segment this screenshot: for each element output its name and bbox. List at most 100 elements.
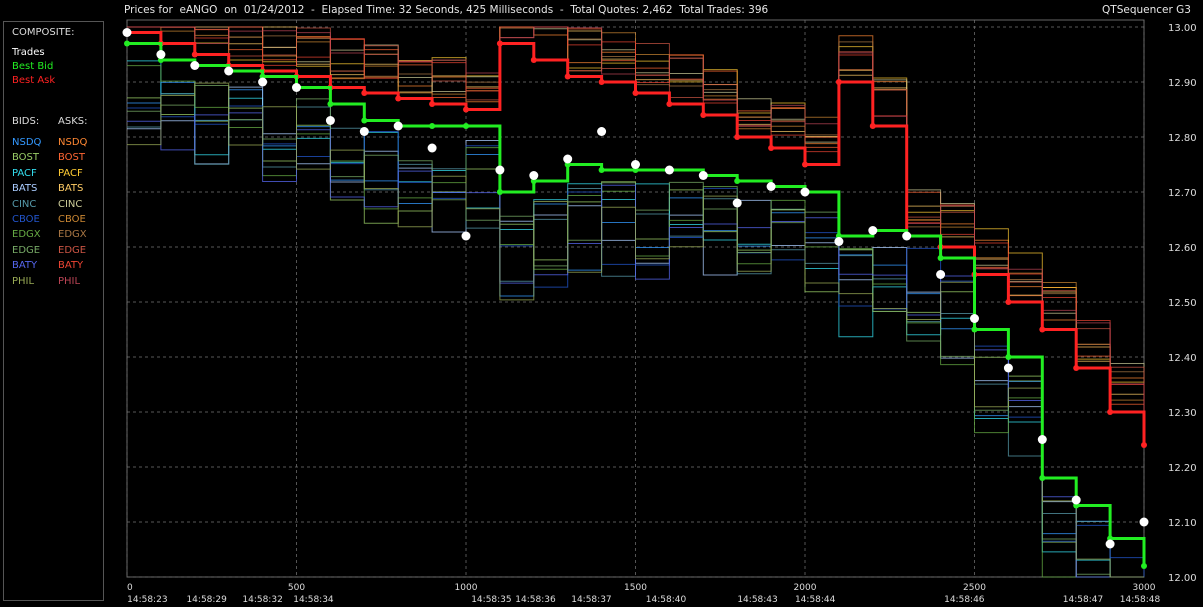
trades-point-4 — [258, 77, 268, 87]
best-ask-point-17 — [700, 112, 707, 118]
y-tick-label-7: 12.30 — [1168, 408, 1197, 419]
best-bid-point-9 — [429, 123, 436, 129]
trades-point-17 — [698, 171, 708, 180]
y-tick-label-4: 12.60 — [1168, 243, 1197, 254]
trades-point-28 — [1071, 495, 1081, 505]
x-axis: 0 500 1000 1500 2000 2500 3000 14:58:23 14:58:29… — [127, 583, 1160, 605]
trades-point-21 — [834, 237, 844, 246]
time-label-6: 14:58:37 — [571, 595, 611, 605]
time-label-7: 14:58:40 — [646, 595, 687, 605]
trades-point-3 — [224, 66, 234, 76]
x-tick-label-3: 1500 — [624, 583, 647, 593]
trades-point-12 — [529, 171, 539, 180]
time-label-4: 14:58:35 — [471, 595, 511, 605]
time-label-8: 14:58:43 — [737, 595, 777, 605]
y-tick-label-1: 12.90 — [1168, 78, 1197, 89]
best-bid-point-30 — [1141, 563, 1147, 569]
x-tick-label-2: 1000 — [455, 583, 478, 593]
best-ask-point-13 — [564, 73, 571, 80]
time-label-9: 14:58:44 — [795, 595, 836, 605]
best-bid-point-18 — [734, 178, 741, 184]
trades-point-26 — [1003, 363, 1013, 373]
trades-point-1 — [156, 50, 166, 59]
time-label-1: 14:58:29 — [186, 595, 227, 605]
best-bid-point-10 — [463, 123, 469, 129]
best-bid-point-0 — [124, 40, 130, 47]
y-tick-label-0: 13.00 — [1168, 23, 1197, 34]
best-ask-point-28 — [1073, 365, 1080, 371]
time-label-11: 14:58:47 — [1063, 595, 1103, 605]
trades-point-16 — [664, 165, 674, 175]
best-ask-point-12 — [530, 57, 537, 63]
y-tick-label-5: 12.50 — [1168, 298, 1197, 309]
y-tick-label-2: 12.80 — [1168, 133, 1197, 144]
best-bid-point-11 — [496, 189, 503, 195]
trades-point-6 — [325, 116, 335, 125]
trades-point-20 — [800, 187, 810, 197]
trades-point-15 — [631, 160, 640, 169]
x-tick-label-0: 0 — [127, 583, 133, 593]
time-label-0: 14:58:23 — [127, 595, 167, 605]
trades-point-19 — [766, 182, 776, 191]
best-ask-point-26 — [1005, 299, 1012, 305]
x-tick-label-5: 2500 — [963, 583, 986, 593]
time-label-10: 14:58:46 — [944, 595, 985, 605]
best-ask-point-22 — [869, 123, 876, 129]
best-ask-point-19 — [768, 145, 775, 151]
trades-point-9 — [427, 143, 437, 153]
best-ask-point-15 — [632, 90, 639, 96]
trades-point-23 — [902, 231, 912, 241]
trades-point-18 — [732, 198, 742, 208]
time-label-12: 14:58:48 — [1120, 595, 1161, 605]
best-bid-point-14 — [598, 167, 605, 173]
trades-point-14 — [597, 127, 607, 136]
trades-point-27 — [1037, 435, 1047, 444]
best-ask-point-7 — [361, 90, 368, 96]
trades-point-0 — [122, 28, 132, 37]
best-ask-point-20 — [802, 161, 808, 168]
best-ask-point-27 — [1039, 326, 1046, 333]
best-bid-point-6 — [327, 101, 334, 107]
time-label-2: 14:58:32 — [242, 595, 282, 605]
best-bid-point-26 — [1005, 354, 1012, 360]
best-bid-point-25 — [971, 326, 978, 333]
y-tick-label-3: 12.70 — [1168, 188, 1197, 199]
best-ask-point-8 — [395, 95, 402, 102]
trades-point-29 — [1105, 539, 1115, 549]
best-ask-point-14 — [598, 79, 605, 85]
x-tick-label-1: 500 — [288, 583, 305, 593]
best-ask-point-29 — [1107, 409, 1114, 415]
trades-point-11 — [495, 165, 505, 175]
trades-point-5 — [292, 83, 301, 92]
best-ask-point-10 — [463, 106, 469, 113]
trades-point-25 — [970, 314, 979, 323]
best-bid-point-27 — [1039, 475, 1046, 481]
trades-point-22 — [868, 226, 878, 235]
best-ask-point-16 — [666, 101, 673, 107]
best-ask-point-21 — [835, 79, 842, 85]
best-ask-point-11 — [496, 40, 503, 47]
y-tick-label-10: 12.00 — [1168, 573, 1197, 584]
y-axis: 13.00 12.90 12.80 12.70 12.60 12.50 12.40 12.30… — [1168, 23, 1197, 584]
x-tick-label-4: 2000 — [794, 583, 817, 593]
x-tick-label-6: 3000 — [1133, 583, 1156, 593]
time-label-5: 14:58:36 — [515, 595, 556, 605]
best-ask-point-30 — [1141, 442, 1147, 448]
trades-point-30 — [1139, 517, 1149, 527]
best-ask-point-9 — [429, 101, 436, 107]
trades-point-7 — [359, 127, 369, 136]
trades-point-10 — [461, 231, 471, 241]
best-ask-point-18 — [734, 134, 741, 140]
y-tick-label-6: 12.40 — [1168, 353, 1197, 364]
best-bid-point-7 — [361, 117, 368, 124]
y-tick-label-9: 12.10 — [1168, 518, 1197, 529]
best-bid-point-24 — [937, 255, 944, 261]
y-tick-label-8: 12.20 — [1168, 463, 1197, 474]
trades-point-8 — [393, 121, 403, 131]
best-ask-point-2 — [191, 51, 198, 58]
trades-point-24 — [936, 270, 946, 279]
trades-point-13 — [563, 154, 573, 164]
trades-point-2 — [190, 61, 200, 70]
time-label-3: 14:58:34 — [293, 595, 334, 605]
price-chart: 13.00 12.90 12.80 12.70 12.60 12.50 12.40 12.30… — [122, 19, 1197, 605]
